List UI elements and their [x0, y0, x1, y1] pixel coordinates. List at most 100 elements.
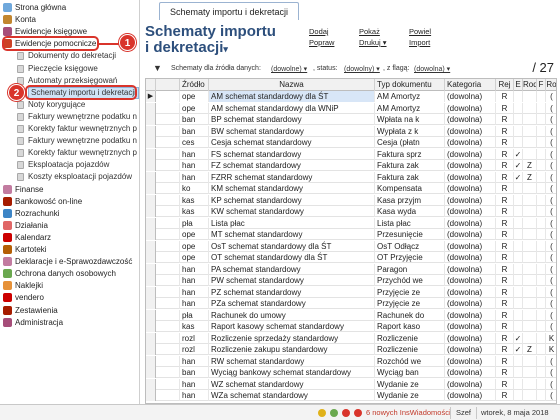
notifications-text[interactable]: 6 nowych InsWiadomości	[366, 408, 451, 417]
table-row[interactable]: ban BW schemat standardowy Wypłata z k (dow…	[146, 125, 556, 137]
row-indicator[interactable]	[146, 125, 156, 137]
table-row[interactable]: han WZa schemat standardowy Wydanie ze (dow…	[146, 390, 556, 401]
table-row[interactable]: rozl Rozliczenie zakupu standardowy Rozlic…	[146, 344, 556, 355]
sidebar-item[interactable]: Faktury wewnętrzne podatku n	[0, 135, 139, 147]
table-row[interactable]: ope MT schemat standardowy Przesunięcie (do…	[146, 229, 556, 240]
sidebar-item[interactable]: Administracja	[0, 317, 139, 329]
filter-status-dropdown[interactable]: (dowolny) ▾	[344, 65, 380, 73]
row-indicator[interactable]	[146, 240, 156, 252]
sidebar-item[interactable]: Działania	[0, 220, 139, 232]
row-indicator[interactable]	[146, 275, 156, 286]
table-row[interactable]: ope OT schemat standardowy dla ŚT OT Przyj…	[146, 252, 556, 263]
edit-button[interactable]: Popraw	[309, 38, 334, 47]
row-indicator[interactable]	[146, 171, 156, 183]
row-indicator[interactable]	[146, 252, 156, 263]
column-header-e[interactable]: E	[514, 79, 523, 91]
row-indicator[interactable]	[146, 102, 156, 114]
sidebar-item[interactable]: Noty korygujące	[0, 99, 139, 111]
table-row[interactable]: han PW schemat standardowy Przychód we (dow…	[146, 275, 556, 286]
row-indicator[interactable]	[146, 206, 156, 217]
table-row[interactable]: rozl Rozliczenie sprzedaży standardowy Roz…	[146, 332, 556, 344]
row-indicator[interactable]	[146, 355, 156, 367]
column-header-ro[interactable]: Ro	[546, 79, 556, 91]
column-header-source[interactable]: Źródło	[180, 79, 209, 91]
row-indicator[interactable]	[146, 286, 156, 298]
warning-status-icon[interactable]	[318, 409, 326, 417]
filter-source-dropdown[interactable]: (dowolne) ▾	[271, 65, 307, 73]
duplicate-button[interactable]: Powiel	[409, 27, 431, 36]
show-button[interactable]: Pokaż	[359, 27, 380, 36]
print-button[interactable]: Drukuj ▾	[359, 38, 387, 47]
column-header-indicator[interactable]	[146, 79, 156, 91]
table-row[interactable]: ope AM schemat standardowy dla WNiP AM Amo…	[146, 102, 556, 114]
filter-menu-icon[interactable]: ▼	[153, 63, 162, 73]
column-header-f[interactable]: F	[537, 79, 546, 91]
row-indicator[interactable]	[146, 137, 156, 148]
row-indicator[interactable]	[146, 332, 156, 344]
table-row[interactable]: han PZa schemat standardowy Przyjęcie ze (d…	[146, 298, 556, 309]
page-title-dropdown[interactable]: i dekretacji▾	[145, 40, 276, 57]
sidebar-item[interactable]: Ochrona danych osobowych	[0, 268, 139, 280]
column-header-rej[interactable]: Rej	[496, 79, 514, 91]
column-header-doctype[interactable]: Typ dokumentu	[375, 79, 445, 91]
sidebar-item[interactable]: Eksploatacja pojazdów	[0, 159, 139, 171]
row-indicator[interactable]	[146, 183, 156, 194]
table-row[interactable]: kas KP schemat standardowy Kasa przyjm (dow…	[146, 194, 556, 206]
sidebar-item[interactable]: Finanse	[0, 184, 139, 196]
row-indicator[interactable]: ▶	[146, 91, 156, 102]
column-header-rod[interactable]: Rod	[523, 79, 537, 91]
table-row[interactable]: han FZ schemat standardowy Faktura zak (dow…	[146, 160, 556, 171]
table-row[interactable]: ban BP schemat standardowy Wpłata na k (dow…	[146, 114, 556, 125]
sidebar-item[interactable]: Zestawienia	[0, 305, 139, 317]
add-button[interactable]: Dodaj	[309, 27, 329, 36]
tab-schematy-importu[interactable]: Schematy importu i dekretacji	[159, 2, 300, 20]
row-indicator[interactable]	[146, 309, 156, 321]
column-header-name[interactable]: Nazwa	[209, 79, 375, 91]
messages-status-icon[interactable]	[354, 409, 362, 417]
row-indicator[interactable]	[146, 148, 156, 160]
sidebar-item[interactable]: Kartoteki	[0, 244, 139, 256]
row-indicator[interactable]	[146, 298, 156, 309]
sidebar-item[interactable]: Strona główna	[0, 2, 139, 14]
table-row[interactable]: ces Cesja schemat standardowy Cesja (płatn…	[146, 137, 556, 148]
alert-status-icon[interactable]	[342, 409, 350, 417]
sidebar-item[interactable]: Korekty faktur wewnętrznych p	[0, 147, 139, 159]
table-row[interactable]: ope OsT schemat standardowy dla ŚT OsT Odł…	[146, 240, 556, 252]
sidebar-item[interactable]: Naklejki	[0, 280, 139, 292]
sidebar-item[interactable]: Dokumenty do dekretacji	[0, 50, 139, 62]
sidebar-item[interactable]: Faktury wewnętrzne podatku n	[0, 111, 139, 123]
table-row[interactable]: han FZRR schemat standardowy Faktura zak (d…	[146, 171, 556, 183]
sidebar-item[interactable]: Koszty eksploatacji pojazdów	[0, 171, 139, 183]
column-header-flag[interactable]	[156, 79, 180, 91]
table-row[interactable]: pła Lista płac Lista płac (dowolna) R(	[146, 217, 556, 229]
row-indicator[interactable]	[146, 321, 156, 332]
row-indicator[interactable]	[146, 344, 156, 355]
row-indicator[interactable]	[146, 263, 156, 275]
row-indicator[interactable]	[146, 160, 156, 171]
table-row[interactable]: ko KM schemat standardowy Kompensata (dowol…	[146, 183, 556, 194]
sidebar-item[interactable]: Deklaracje i e-Sprawozdawczość	[0, 256, 139, 268]
row-indicator[interactable]	[146, 229, 156, 240]
sidebar-item[interactable]: Rozrachunki	[0, 208, 139, 220]
row-indicator[interactable]	[146, 194, 156, 206]
column-header-category[interactable]: Kategoria	[445, 79, 496, 91]
row-indicator[interactable]	[146, 217, 156, 229]
table-row[interactable]: kas Raport kasowy schemat standardowy Rapo…	[146, 321, 556, 332]
table-row[interactable]: ▶ ope AM schemat standardowy dla ŚT AM Amor…	[146, 91, 556, 102]
import-button[interactable]: Import	[409, 38, 430, 47]
sidebar-item[interactable]: Konta	[0, 14, 139, 26]
sidebar-item[interactable]: Pieczęcie księgowe	[0, 63, 139, 75]
table-row[interactable]: pła Rachunek do umowy Rachunek do (dowolna)…	[146, 309, 556, 321]
row-indicator[interactable]	[146, 114, 156, 125]
table-row[interactable]: han WZ schemat standardowy Wydanie ze (dowo…	[146, 378, 556, 390]
sidebar-item[interactable]: Bankowość on-line	[0, 196, 139, 208]
table-row[interactable]: han RW schemat standardowy Rozchód we (dowo…	[146, 355, 556, 367]
sidebar-item[interactable]: vendero	[0, 292, 139, 304]
row-indicator[interactable]	[146, 378, 156, 390]
table-row[interactable]: han FS schemat standardowy Faktura sprz (do…	[146, 148, 556, 160]
filter-flag-dropdown[interactable]: (dowolna) ▾	[414, 65, 450, 73]
online-status-icon[interactable]	[330, 409, 338, 417]
sidebar-item[interactable]: Kalendarz	[0, 232, 139, 244]
sidebar-item[interactable]: Korekty faktur wewnętrznych p	[0, 123, 139, 135]
table-row[interactable]: han PA schemat standardowy Paragon (dowolna…	[146, 263, 556, 275]
